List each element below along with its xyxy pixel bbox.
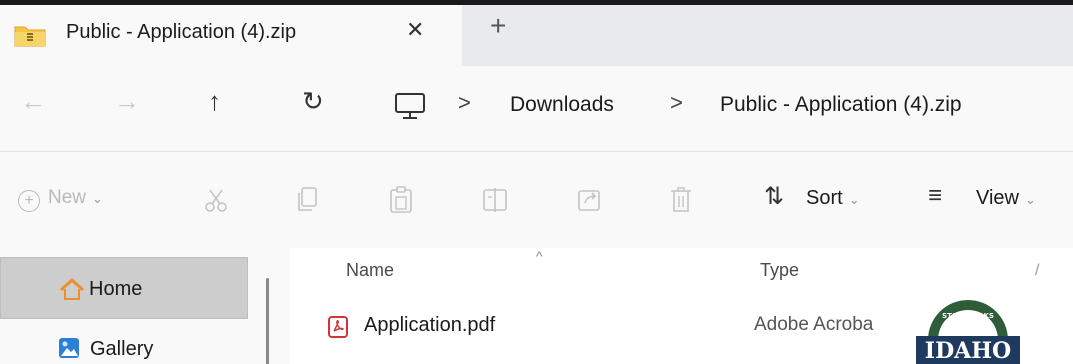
tab-strip: Public - Application (4).zip ✕ +	[0, 0, 1073, 66]
nav-item-label[interactable]: Gallery	[90, 338, 153, 361]
plus-icon: +	[18, 190, 40, 212]
share-icon[interactable]	[576, 186, 602, 214]
breadcrumb-current[interactable]: Public - Application (4).zip	[720, 93, 962, 117]
view-icon[interactable]: ≡	[928, 182, 942, 210]
view-button[interactable]: View ⌄	[976, 187, 1036, 210]
breadcrumb-separator[interactable]: >	[458, 90, 471, 116]
paste-icon[interactable]	[388, 186, 414, 214]
nav-item-label: Home	[89, 278, 143, 300]
forward-arrow-icon[interactable]: →	[114, 86, 140, 117]
zip-folder-icon	[14, 26, 46, 47]
tab-title: Public - Application (4).zip	[66, 21, 297, 43]
chevron-down-icon: ⌄	[848, 192, 860, 207]
home-icon	[59, 278, 85, 300]
column-header-name[interactable]: Name	[346, 260, 394, 281]
column-header-type[interactable]: Type	[760, 260, 799, 281]
address-bar: ← → ↑ ↻ > Downloads > Public - Applicati…	[0, 66, 1073, 152]
back-arrow-icon[interactable]: ←	[20, 86, 46, 117]
chevron-down-icon: ⌄	[92, 191, 103, 206]
pdf-icon	[328, 316, 348, 338]
new-button[interactable]: + New ⌄	[18, 187, 103, 212]
column-divider[interactable]: /	[1035, 262, 1045, 280]
delete-icon[interactable]	[668, 186, 694, 214]
navigation-pane: Home Gallery	[0, 248, 290, 364]
new-label: New	[48, 187, 87, 208]
chevron-down-icon: ⌄	[1025, 192, 1036, 207]
this-pc-icon[interactable]	[393, 92, 427, 120]
breadcrumb-downloads[interactable]: Downloads	[510, 93, 614, 117]
gallery-icon[interactable]	[58, 337, 80, 359]
sort-label: Sort	[806, 187, 843, 209]
new-tab-button[interactable]: +	[490, 10, 506, 42]
copy-icon[interactable]	[294, 186, 320, 214]
rename-icon[interactable]	[482, 186, 508, 214]
idaho-state-parks-logo: STATE PARKS IDAHO	[916, 300, 1020, 364]
up-arrow-icon[interactable]: ↑	[208, 86, 221, 117]
file-list: ^ Name Type / Application.pdf Adobe Acro…	[290, 248, 1073, 364]
nav-scrollbar[interactable]	[266, 278, 269, 364]
cut-icon[interactable]	[203, 186, 229, 214]
close-tab-icon[interactable]: ✕	[406, 17, 424, 43]
svg-text:STATE PARKS: STATE PARKS	[942, 312, 994, 320]
sort-indicator-icon: ^	[536, 248, 543, 264]
refresh-icon[interactable]: ↻	[302, 86, 324, 117]
file-type: Adobe Acroba	[754, 314, 874, 335]
sort-button[interactable]: Sort ⌄	[806, 187, 860, 210]
sort-icon[interactable]: ⇅	[764, 182, 784, 211]
tab-active[interactable]: Public - Application (4).zip ✕	[0, 5, 462, 66]
view-label: View	[976, 187, 1019, 209]
command-bar: + New ⌄ ⇅ Sort ⌄ ≡ View ⌄	[0, 152, 1073, 248]
svg-text:IDAHO: IDAHO	[925, 338, 1011, 364]
file-name[interactable]: Application.pdf	[364, 314, 495, 337]
nav-item-home[interactable]: Home	[0, 257, 248, 319]
breadcrumb-separator[interactable]: >	[670, 90, 683, 116]
